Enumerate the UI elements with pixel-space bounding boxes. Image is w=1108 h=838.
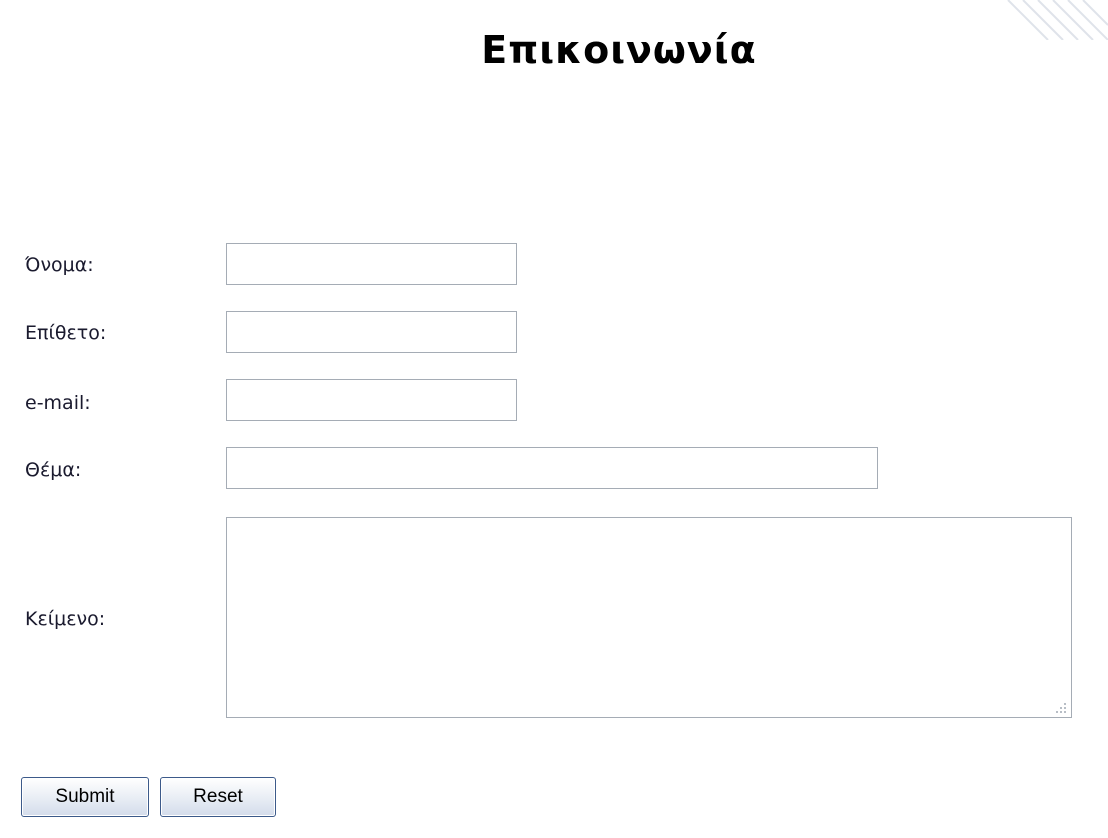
message-label: Κείμενο: <box>25 608 106 630</box>
last-name-label: Επίθετο: <box>25 322 107 344</box>
contact-page: Επικοινωνία Όνομα: Επίθετο: e-mail: Θέμα… <box>0 0 1108 838</box>
submit-button[interactable]: Submit <box>21 777 149 817</box>
email-label: e-mail: <box>25 392 91 414</box>
email-input[interactable] <box>226 379 517 421</box>
last-name-input[interactable] <box>226 311 517 353</box>
subject-label: Θέμα: <box>25 459 82 481</box>
reset-button[interactable]: Reset <box>160 777 276 817</box>
first-name-input[interactable] <box>226 243 517 285</box>
first-name-label: Όνομα: <box>25 254 94 276</box>
page-title: Επικοινωνία <box>481 28 757 72</box>
message-textarea[interactable] <box>226 517 1072 718</box>
subject-input[interactable] <box>226 447 878 489</box>
